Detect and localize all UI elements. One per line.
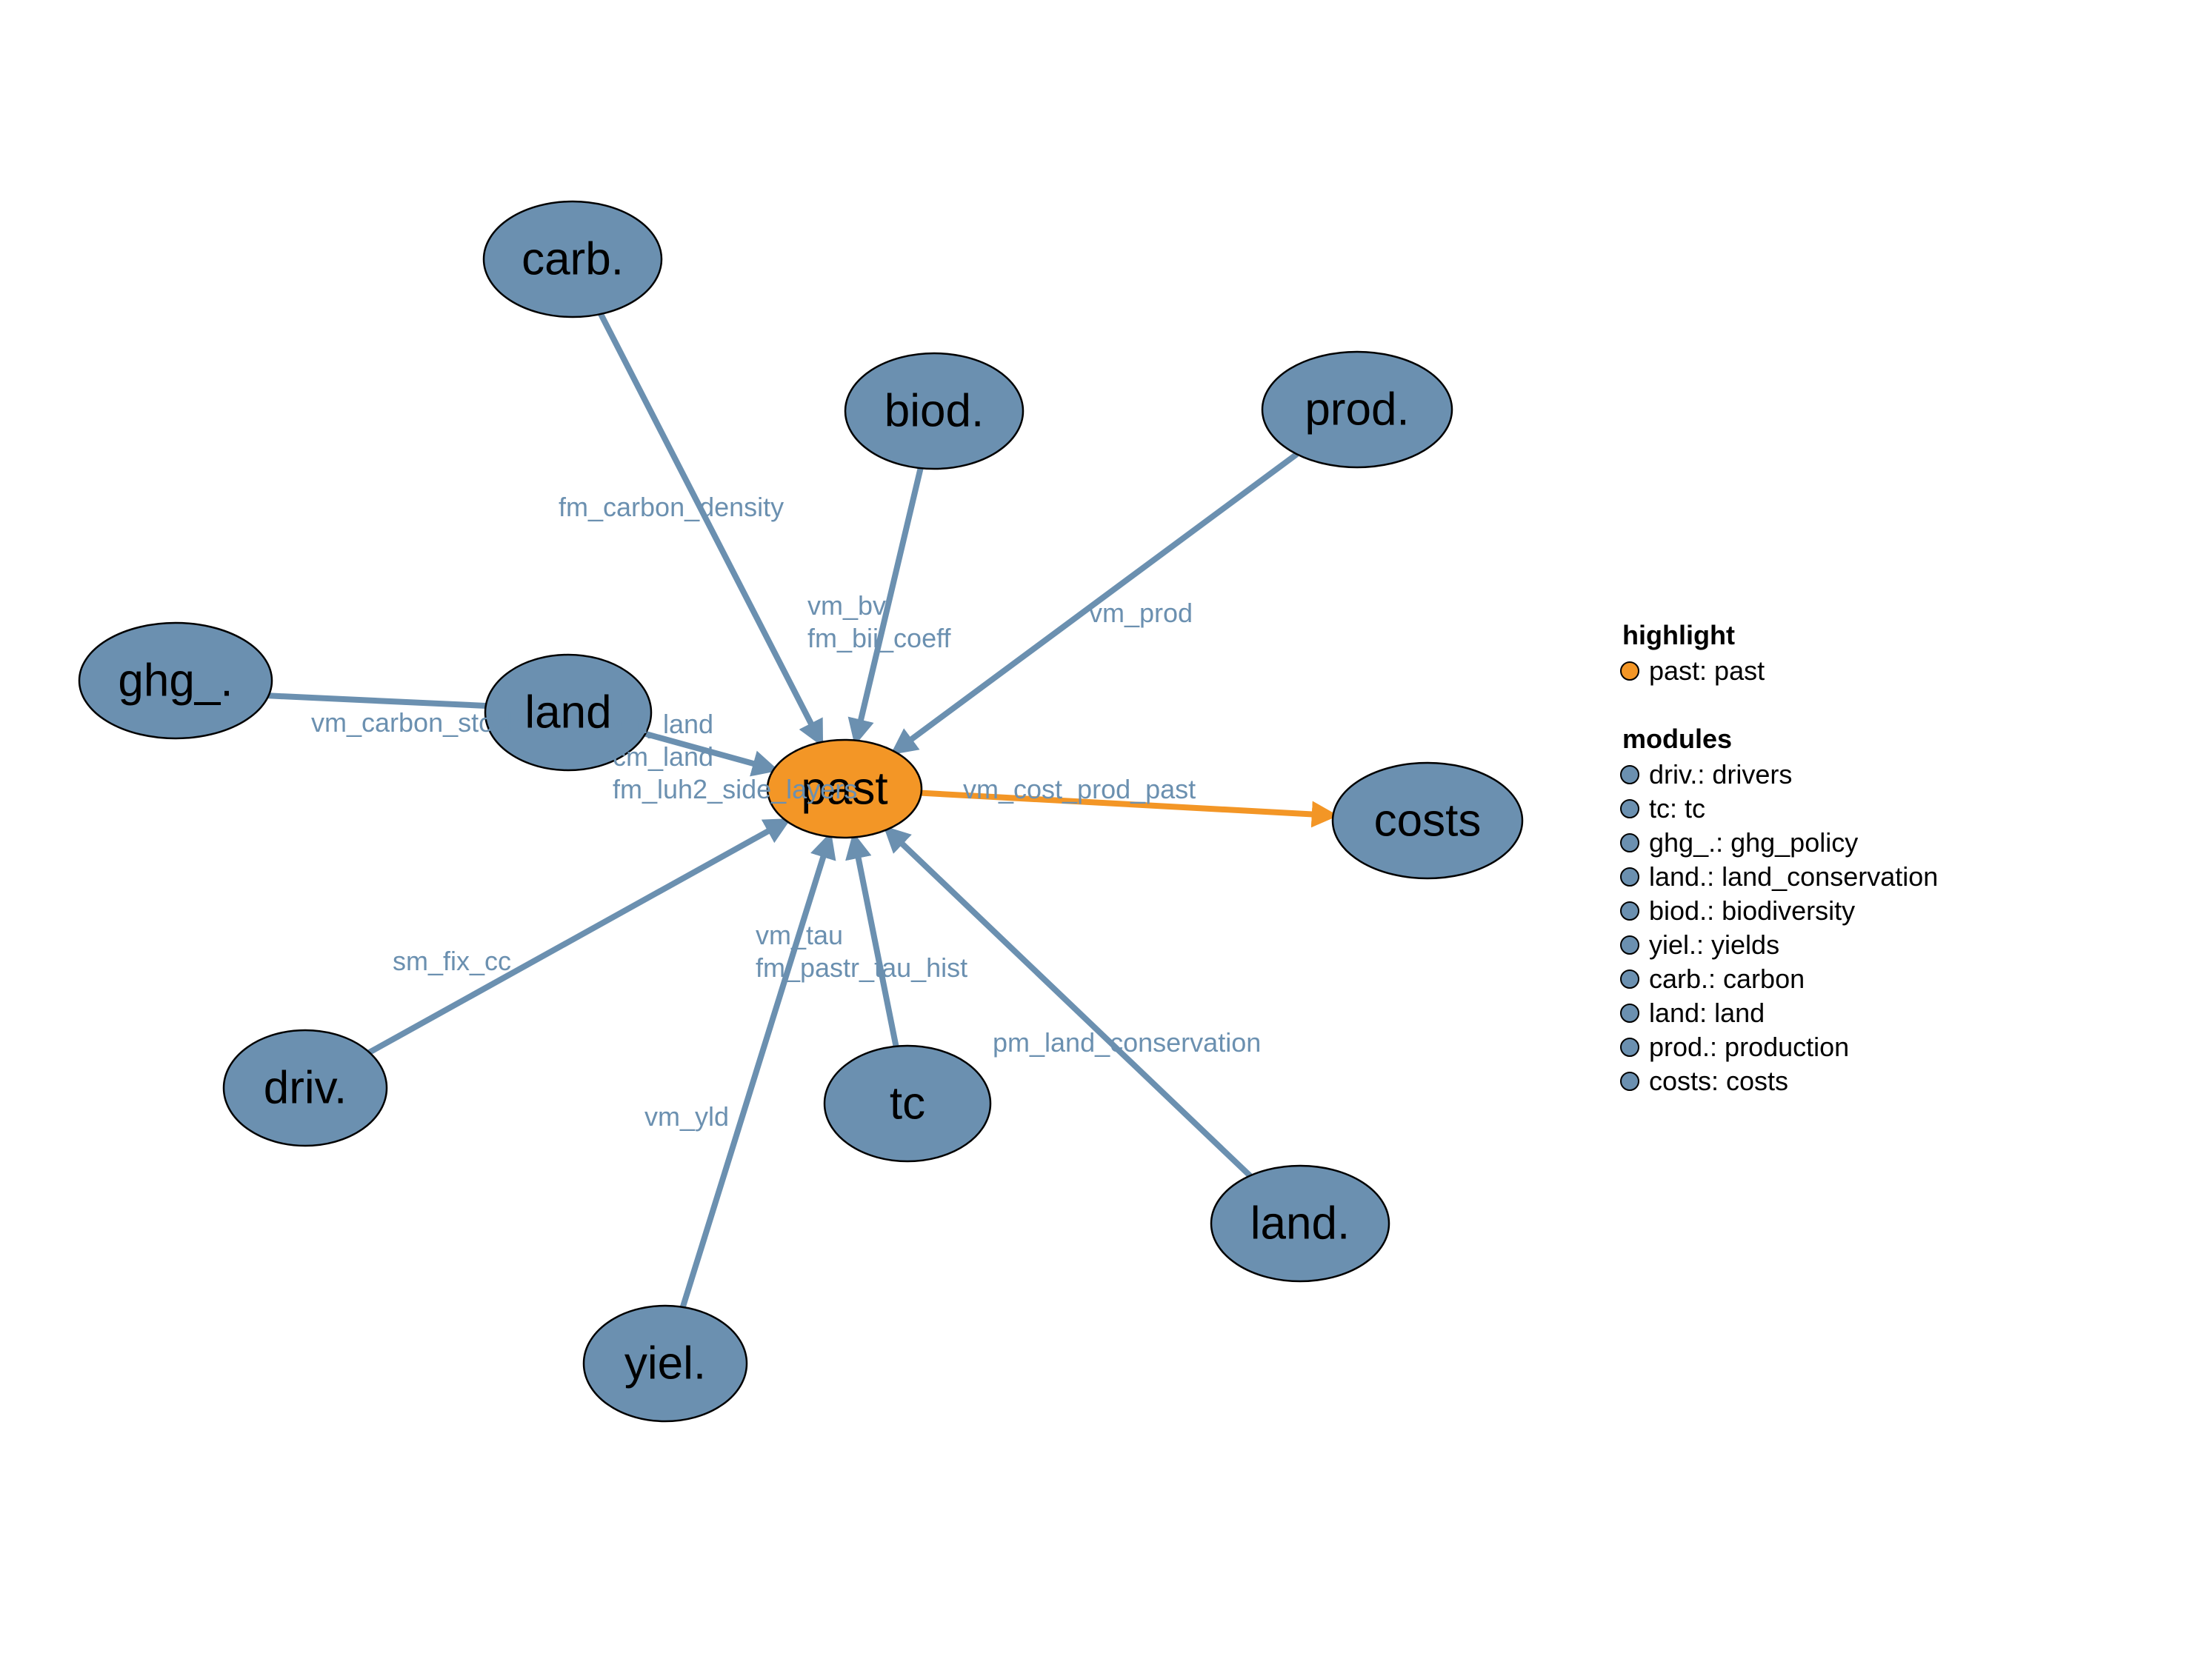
edge-label-past-costs: vm_cost_prod_past <box>963 774 1196 804</box>
edge-label-text: pm_land_conservation <box>993 1027 1261 1058</box>
module-graph: carb. biod. prod. ghg_.land costs driv. tc land… <box>0 0 2212 1659</box>
edge-label-biod-past: vm_bvfm_bii_coeff <box>807 590 951 653</box>
edge-label-text: vm_tau <box>756 920 843 950</box>
edge-label-text: cm_land <box>613 741 713 772</box>
legend-item-text: carb.: carbon <box>1649 964 1805 994</box>
node-label: ghg_. <box>118 655 233 707</box>
node-costs: costs <box>1333 763 1522 878</box>
edge-label-text: fm_luh2_side_layers <box>613 774 857 804</box>
legend-dot <box>1621 936 1639 954</box>
node-yiel: yiel. <box>584 1306 747 1421</box>
edge-label-yiel-past: vm_yld <box>644 1101 729 1132</box>
edge-label-text: sm_fix_cc <box>393 946 511 976</box>
edge-label-text: fm_pastr_tau_hist <box>756 952 967 983</box>
legend-modules-title: modules <box>1622 724 1732 754</box>
edge-label-text: vm_yld <box>644 1101 729 1132</box>
node-driv: driv. <box>224 1030 387 1146</box>
legend-item-text: prod.: production <box>1649 1032 1849 1062</box>
legend-highlight-title: highlight <box>1622 620 1735 650</box>
edge-label-text: fm_carbon_density <box>559 492 784 522</box>
edge-yiel-past <box>683 837 830 1307</box>
edge-label-text: fm_bii_coeff <box>807 623 951 653</box>
edge-label-driv-past: sm_fix_cc <box>393 946 511 976</box>
legend-item-text: driv.: drivers <box>1649 759 1792 790</box>
legend: highlight past: past modules driv.: drivers… <box>1621 620 1938 1096</box>
legend-item-text: tc: tc <box>1649 793 1705 824</box>
legend-dot <box>1621 662 1639 680</box>
node-label: prod. <box>1305 384 1409 435</box>
edge-label-text: vm_cost_prod_past <box>963 774 1196 804</box>
legend-dot <box>1621 1004 1639 1022</box>
edge-label-tc-past: vm_taufm_pastr_tau_hist <box>756 920 967 983</box>
legend-item-text: biod.: biodiversity <box>1649 895 1855 926</box>
edge-label-ghg-past: vm_carbon_stock <box>311 707 521 738</box>
legend-dot <box>1621 1072 1639 1090</box>
node-label: land. <box>1250 1198 1350 1249</box>
legend-item-text: land.: land_conservation <box>1649 861 1938 892</box>
legend-dot <box>1621 1038 1639 1056</box>
node-landc: land. <box>1211 1166 1389 1281</box>
edge-driv-past <box>370 821 787 1052</box>
node-label: driv. <box>264 1063 347 1114</box>
legend-item-text: costs: costs <box>1649 1066 1788 1096</box>
node-label: land <box>524 687 611 738</box>
node-label: tc <box>890 1078 925 1129</box>
node-biod: biod. <box>845 353 1023 469</box>
legend-dot <box>1621 834 1639 852</box>
legend-item-text: ghg_.: ghg_policy <box>1649 827 1858 858</box>
legend-item-text: land: land <box>1649 998 1765 1028</box>
node-ghg: ghg_. <box>79 623 272 738</box>
legend-dot <box>1621 970 1639 988</box>
node-label: carb. <box>522 234 624 285</box>
edge-label-text: vm_carbon_stock <box>311 707 521 738</box>
node-prod: prod. <box>1262 352 1452 467</box>
edge-label-landc-past: pm_land_conservation <box>993 1027 1261 1058</box>
node-label: yiel. <box>624 1338 706 1389</box>
node-carb: carb. <box>484 201 662 317</box>
edge-label-text: vm_prod <box>1089 598 1193 628</box>
edge-ghg-past <box>269 695 486 706</box>
legend-item-text: yiel.: yields <box>1649 929 1779 960</box>
node-label: costs <box>1374 795 1482 847</box>
legend-dot <box>1621 868 1639 886</box>
edge-label-carb-past: fm_carbon_density <box>559 492 784 522</box>
legend-dot <box>1621 800 1639 818</box>
edge-label-text: vm_bv <box>807 590 886 621</box>
edge-label-text: vm_land <box>613 709 713 739</box>
edge-label-prod-past: vm_prod <box>1089 598 1193 628</box>
edge-tc-past <box>854 837 896 1046</box>
node-label: biod. <box>885 386 984 437</box>
node-tc: tc <box>824 1046 990 1161</box>
legend-item-text: past: past <box>1649 655 1765 686</box>
legend-dot <box>1621 902 1639 920</box>
legend-dot <box>1621 766 1639 784</box>
